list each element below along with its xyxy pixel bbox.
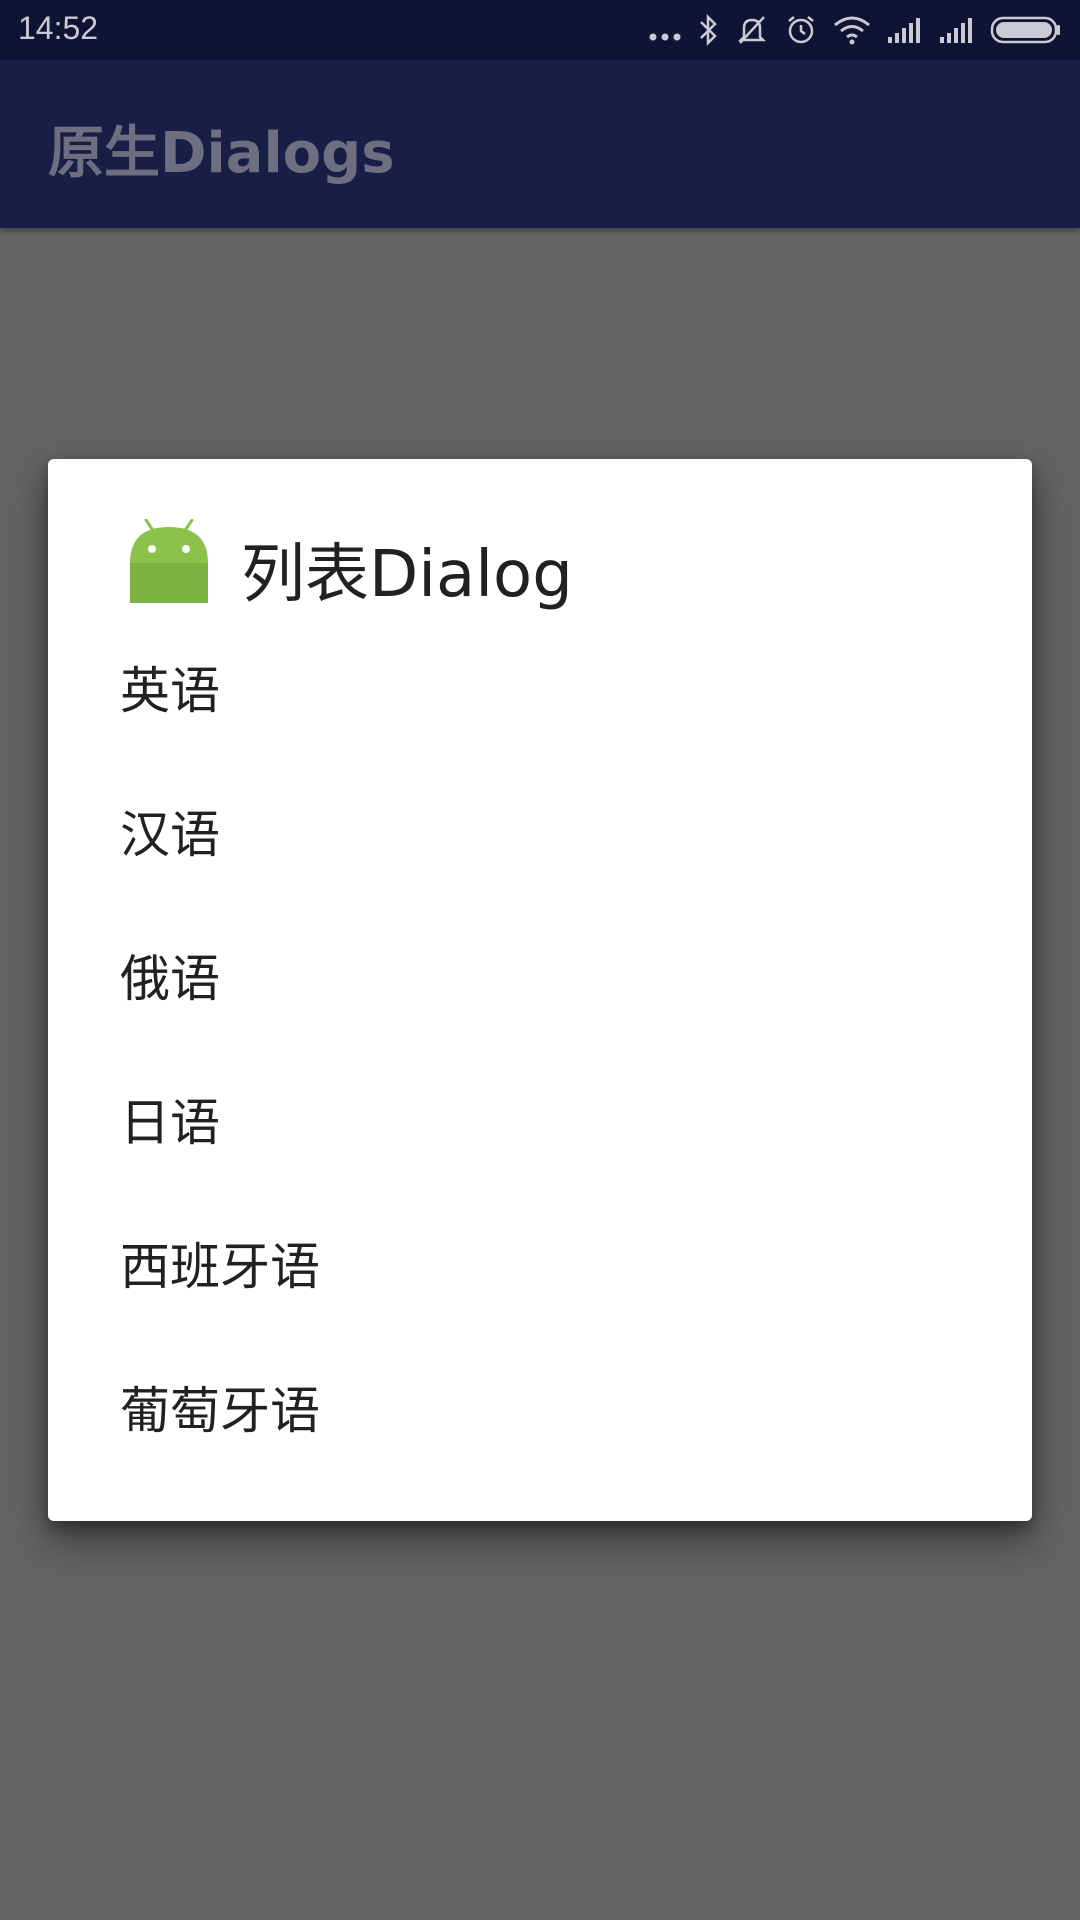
bluetooth-icon (696, 13, 720, 47)
app-bar: 原生Dialogs (0, 60, 1080, 228)
status-time: 14:52 (18, 10, 99, 46)
list-item[interactable]: 日语 (48, 1047, 1032, 1191)
battery-icon (990, 15, 1062, 45)
android-icon (126, 518, 212, 605)
list-item[interactable]: 西班牙语 (48, 1191, 1032, 1335)
list-item[interactable]: 葡萄牙语 (48, 1335, 1032, 1479)
status-icons (648, 10, 1062, 50)
screen: 14:52 原生Dialogs 列表Dialog 英语 汉语 俄语 日语 西班牙… (0, 0, 1080, 1920)
more-dots-icon (648, 15, 682, 45)
signal-icon (938, 15, 976, 45)
signal-icon (886, 15, 924, 45)
status-bar: 14:52 (0, 0, 1080, 60)
list-item[interactable]: 俄语 (48, 903, 1032, 1047)
dialog-list: 英语 汉语 俄语 日语 西班牙语 葡萄牙语 (48, 659, 1032, 1479)
app-title: 原生Dialogs (48, 121, 395, 186)
list-item[interactable]: 英语 (48, 615, 1032, 759)
wifi-icon (832, 14, 872, 46)
list-dialog: 列表Dialog 英语 汉语 俄语 日语 西班牙语 葡萄牙语 (48, 459, 1032, 1521)
list-item[interactable]: 汉语 (48, 759, 1032, 903)
alarm-icon (784, 13, 818, 47)
mute-icon (734, 13, 770, 47)
dialog-title: 列表Dialog (241, 538, 573, 612)
